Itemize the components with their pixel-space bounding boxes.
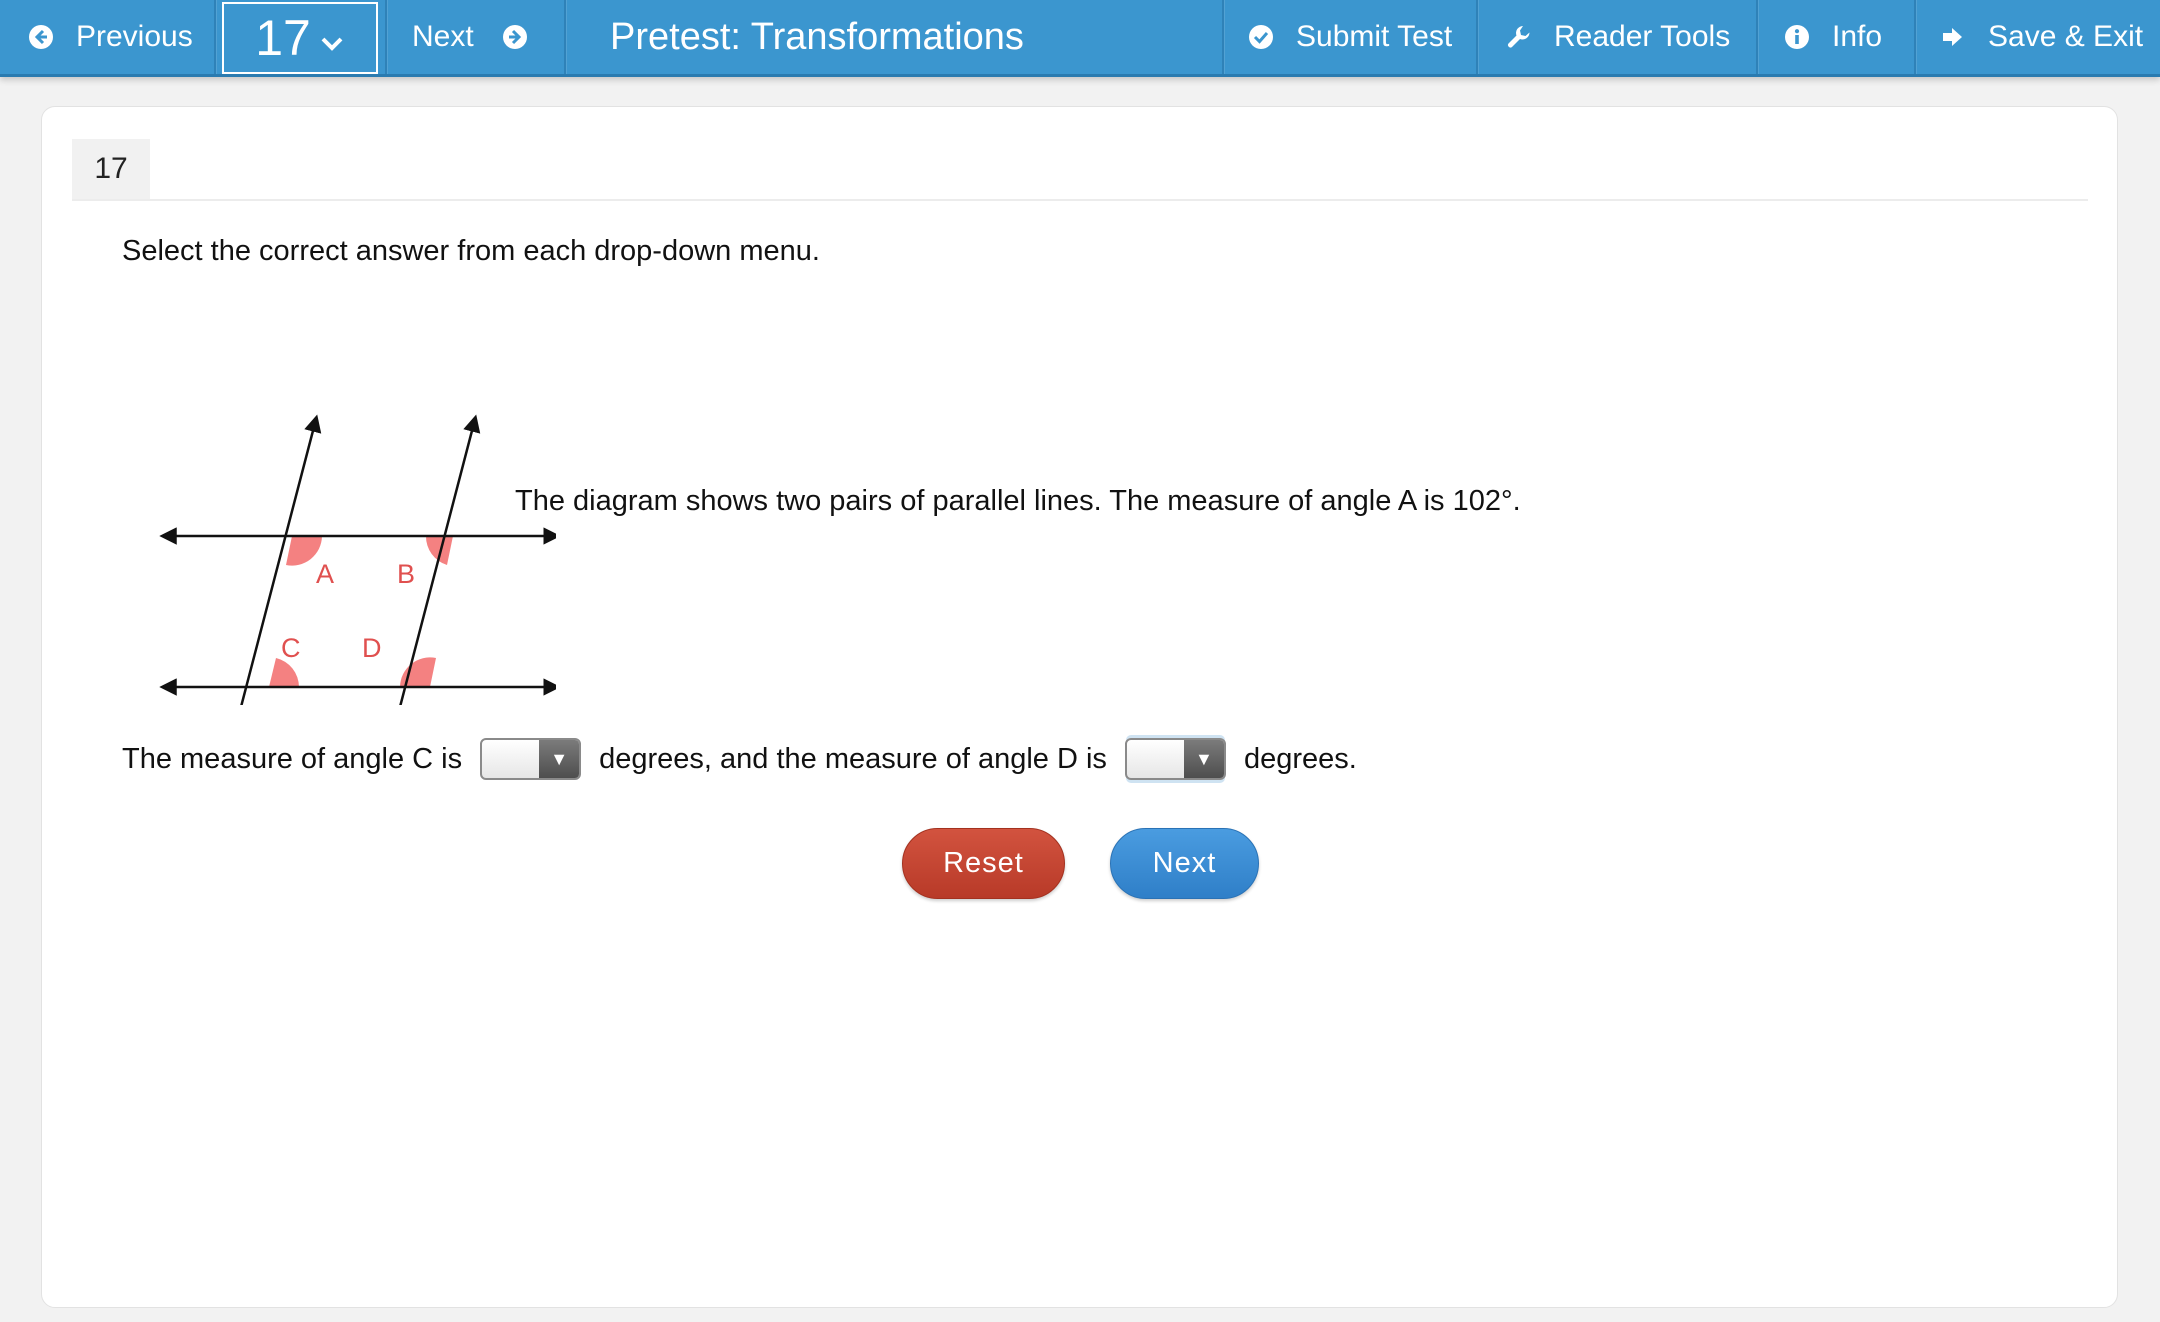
question-card: 17 Select the correct answer from each d…: [41, 106, 2118, 1308]
answer-text-part1: The measure of angle C is: [122, 742, 463, 775]
save-exit-label: Save & Exit: [1988, 20, 2144, 53]
toolbar-divider: [1222, 0, 1224, 74]
arrow-left-circle-icon: [28, 24, 54, 50]
dropdown-arrow-icon: ▼: [1183, 740, 1224, 778]
question-instruction: Select the correct answer from each drop…: [122, 235, 820, 267]
previous-label: Previous: [76, 20, 193, 53]
reader-tools-label: Reader Tools: [1554, 20, 1731, 53]
check-circle-icon: [1248, 24, 1274, 50]
angle-label-b: B: [397, 559, 415, 589]
diagram-statement: The diagram shows two pairs of parallel …: [515, 485, 1521, 517]
angle-c-dropdown-value: [482, 740, 539, 778]
submit-test-button[interactable]: Submit Test: [1248, 0, 1452, 74]
sign-out-icon: [1940, 24, 1966, 50]
toolbar-divider: [1914, 0, 1916, 74]
test-title: Pretest: Transformations: [610, 15, 1024, 58]
save-exit-button[interactable]: Save & Exit: [1940, 0, 2143, 74]
wrench-icon: [1506, 24, 1532, 50]
toolbar-divider: [385, 0, 387, 74]
arrow-right-circle-icon: [502, 24, 528, 50]
question-number-tab: 17: [72, 139, 150, 199]
reset-button[interactable]: Reset: [902, 828, 1065, 899]
info-circle-icon: [1784, 24, 1810, 50]
divider: [72, 199, 2088, 201]
toolbar-divider: [214, 0, 216, 74]
angle-label-c: C: [281, 633, 301, 663]
next-toolbar-button[interactable]: Next: [412, 0, 528, 74]
toolbar-divider: [1756, 0, 1758, 74]
previous-button[interactable]: Previous: [28, 0, 193, 74]
submit-test-label: Submit Test: [1296, 20, 1453, 53]
angle-d-dropdown[interactable]: ▼: [1124, 738, 1226, 780]
angle-label-a: A: [316, 559, 334, 589]
question-number: 17: [255, 10, 311, 66]
next-button[interactable]: Next: [1110, 828, 1259, 899]
angle-c-dropdown[interactable]: ▼: [480, 738, 582, 780]
question-number-selector[interactable]: 17: [222, 2, 378, 74]
info-label: Info: [1832, 20, 1883, 53]
parallel-lines-diagram: A B C D: [159, 414, 556, 705]
chevron-down-icon: [321, 37, 343, 51]
angle-label-d: D: [362, 633, 382, 663]
info-button[interactable]: Info: [1784, 0, 1882, 74]
angle-d-dropdown-value: [1127, 740, 1184, 778]
next-toolbar-label: Next: [412, 20, 474, 53]
toolbar-divider: [564, 0, 566, 74]
answer-sentence: The measure of angle C is ▼ degrees, and…: [122, 735, 1357, 783]
top-toolbar: Previous 17 Next Pretest: Transformation…: [0, 0, 2160, 77]
answer-text-part2: degrees, and the measure of angle D is: [599, 742, 1107, 775]
answer-text-part3: degrees.: [1243, 742, 1357, 775]
dropdown-arrow-icon: ▼: [539, 740, 580, 778]
toolbar-divider: [1476, 0, 1478, 74]
reader-tools-button[interactable]: Reader Tools: [1506, 0, 1730, 74]
